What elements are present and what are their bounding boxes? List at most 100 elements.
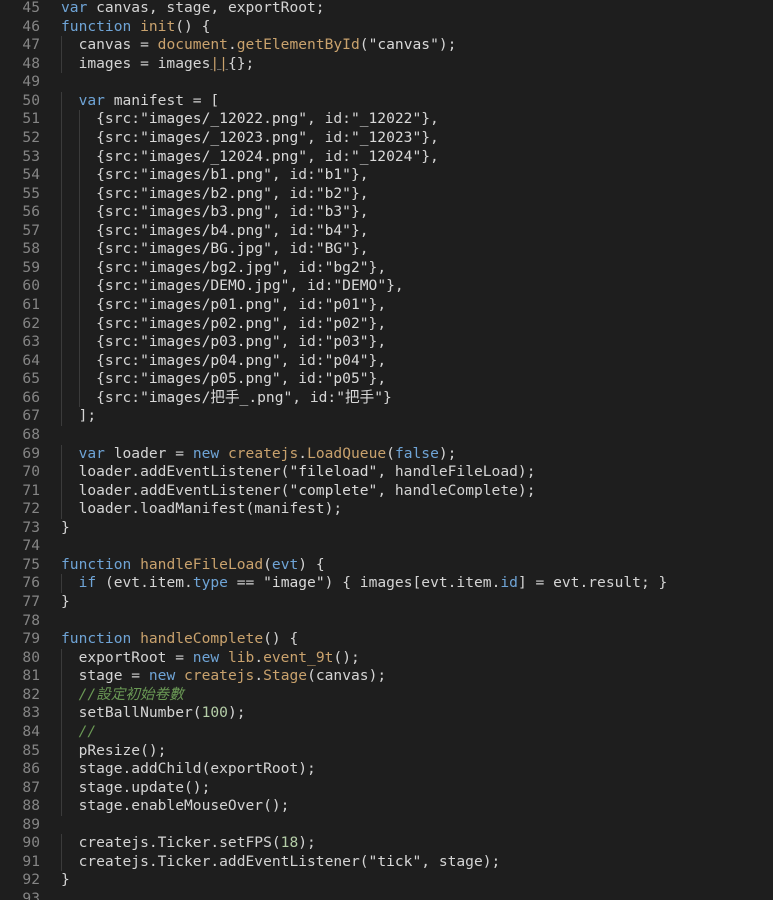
code-token: }, [350, 221, 369, 239]
code-line[interactable]: 76 if (evt.item.type == "image") { image… [0, 574, 773, 593]
code-token: loader.addEventListener( [61, 481, 290, 499]
code-line[interactable]: 81 stage = new createjs.Stage(canvas); [0, 667, 773, 686]
code-token: event_9t [263, 648, 334, 666]
code-line[interactable]: 89 [0, 816, 773, 835]
line-text: stage.update(); [61, 779, 211, 798]
code-line[interactable]: 75 function handleFileLoad(evt) { [0, 556, 773, 575]
line-text: createjs.Ticker.setFPS(18); [61, 834, 316, 853]
code-line[interactable]: 55 {src:"images/b2.png", id:"b2"}, [0, 184, 773, 204]
code-editor[interactable]: 45 var canvas, stage, exportRoot; 46 functi… [0, 0, 773, 900]
line-number: 80 [22, 648, 40, 666]
code-token: }, [368, 296, 387, 313]
line-number: 50 [22, 91, 40, 109]
line-number: 74 [22, 537, 40, 555]
code-line[interactable]: 88 stage.enableMouseOver(); [0, 797, 773, 816]
line-number: 82 [22, 685, 40, 703]
code-line[interactable]: 69 var loader = new createjs.LoadQueue(f… [0, 444, 773, 464]
code-line[interactable]: 68 [0, 426, 773, 445]
code-token: "images/BG.jpg" [140, 240, 272, 258]
code-line[interactable]: 84 // [0, 722, 773, 742]
code-area[interactable]: 45 var canvas, stage, exportRoot; 46 functi… [0, 0, 773, 900]
code-token: , id: [280, 314, 325, 332]
code-line[interactable]: 60 {src:"images/DEMO.jpg", id:"DEMO"}, [0, 277, 773, 296]
code-token: () { [175, 17, 211, 35]
code-line[interactable]: 67 ]; [0, 407, 773, 426]
code-token: "_12023" [350, 128, 422, 146]
code-token: "image" [263, 574, 325, 592]
code-line[interactable]: 93 [0, 890, 773, 900]
code-line[interactable]: 72 loader.loadManifest(manifest); [0, 500, 773, 519]
code-line[interactable]: 74 [0, 537, 773, 556]
code-line[interactable]: 49 [0, 73, 773, 92]
code-line[interactable]: 45 var canvas, stage, exportRoot; [0, 0, 773, 18]
code-line[interactable]: 52 {src:"images/_12023.png", id:"_12023"… [0, 128, 773, 148]
code-line[interactable]: 46 function init() { [0, 18, 773, 37]
code-line[interactable]: 79 function handleComplete() { [0, 630, 773, 649]
line-text: var manifest = [ [61, 92, 220, 111]
code-token: } [61, 593, 70, 610]
code-token: }, [368, 314, 387, 332]
code-line[interactable]: 92} [0, 871, 773, 890]
line-number: 88 [22, 797, 40, 815]
code-line[interactable]: 73} [0, 519, 773, 538]
line-number: 85 [22, 741, 40, 759]
code-line[interactable]: 85 pResize(); [0, 741, 773, 761]
code-token: , id: [280, 333, 325, 351]
line-number: 64 [22, 351, 40, 369]
code-token: {src: [61, 147, 141, 165]
line-text: createjs.Ticker.addEventListener("tick",… [61, 853, 501, 872]
code-token: "images/b3.png" [140, 203, 272, 221]
code-line[interactable]: 62 {src:"images/p02.png", id:"p02"}, [0, 314, 773, 334]
code-token: {src: [61, 128, 141, 146]
code-line[interactable]: 64 {src:"images/p04.png", id:"p04"}, [0, 351, 773, 371]
code-line[interactable]: 51 {src:"images/_12022.png", id:"_12022"… [0, 110, 773, 129]
code-line[interactable]: 70 loader.addEventListener("fileload", h… [0, 463, 773, 482]
code-line[interactable]: 53 {src:"images/_12024.png", id:"_12024"… [0, 147, 773, 167]
code-token: 18 [280, 834, 299, 852]
code-line[interactable]: 54 {src:"images/b1.png", id:"b1"}, [0, 166, 773, 185]
code-line[interactable]: 83 setBallNumber(100); [0, 704, 773, 723]
code-line[interactable]: 87 stage.update(); [0, 778, 773, 798]
code-token: }, [350, 240, 369, 258]
code-token: () { [263, 630, 299, 648]
code-line[interactable]: 78 [0, 612, 773, 631]
code-token: , handleFileLoad); [377, 463, 536, 481]
code-line[interactable]: 77} [0, 593, 773, 612]
code-token: . [254, 667, 264, 685]
code-line[interactable]: 80 exportRoot = new lib.event_9t(); [0, 648, 773, 668]
code-token: {src: [61, 184, 141, 202]
code-line[interactable]: 65 {src:"images/p05.png", id:"p05"}, [0, 370, 773, 389]
code-line[interactable]: 90 createjs.Ticker.setFPS(18); [0, 834, 773, 853]
code-token: {src: [61, 314, 141, 332]
line-number: 77 [22, 593, 40, 610]
code-token: (); [333, 648, 360, 666]
code-line[interactable]: 59 {src:"images/bg2.jpg", id:"bg2"}, [0, 258, 773, 278]
code-token: canvas, stage, exportRoot; [87, 0, 325, 16]
code-line[interactable]: 82 //設定初始卷數 [0, 685, 773, 705]
code-line[interactable]: 58 {src:"images/BG.jpg", id:"BG"}, [0, 240, 773, 259]
code-line[interactable]: 47 canvas = document.getElementById("can… [0, 36, 773, 55]
line-text: {src:"images/把手_.png", id:"把手"} [61, 389, 392, 408]
code-line[interactable]: 61 {src:"images/p01.png", id:"p01"}, [0, 296, 773, 315]
code-line[interactable]: 66 {src:"images/把手_.png", id:"把手"} [0, 388, 773, 408]
code-token: "complete" [289, 481, 378, 499]
code-line[interactable]: 71 loader.addEventListener("complete", h… [0, 481, 773, 501]
code-token: if [78, 574, 97, 592]
code-token: , id: [292, 388, 337, 406]
code-line[interactable]: 91 createjs.Ticker.addEventListener("tic… [0, 852, 773, 872]
code-line[interactable]: 56 {src:"images/b3.png", id:"b3"}, [0, 203, 773, 222]
code-token: {src: [61, 166, 141, 184]
line-number: 81 [22, 667, 40, 685]
code-line[interactable]: 48 images = images||{}; [0, 54, 773, 74]
code-line[interactable]: 57 {src:"images/b4.png", id:"b4"}, [0, 221, 773, 241]
code-token: ] = evt.result; } [517, 574, 668, 592]
code-line[interactable]: 63 {src:"images/p03.png", id:"p03"}, [0, 333, 773, 352]
line-number: 45 [22, 0, 40, 16]
code-token: {src: [61, 388, 141, 406]
code-line[interactable]: 50 var manifest = [ [0, 91, 773, 111]
code-line[interactable]: 86 stage.addChild(exportRoot); [0, 760, 773, 779]
